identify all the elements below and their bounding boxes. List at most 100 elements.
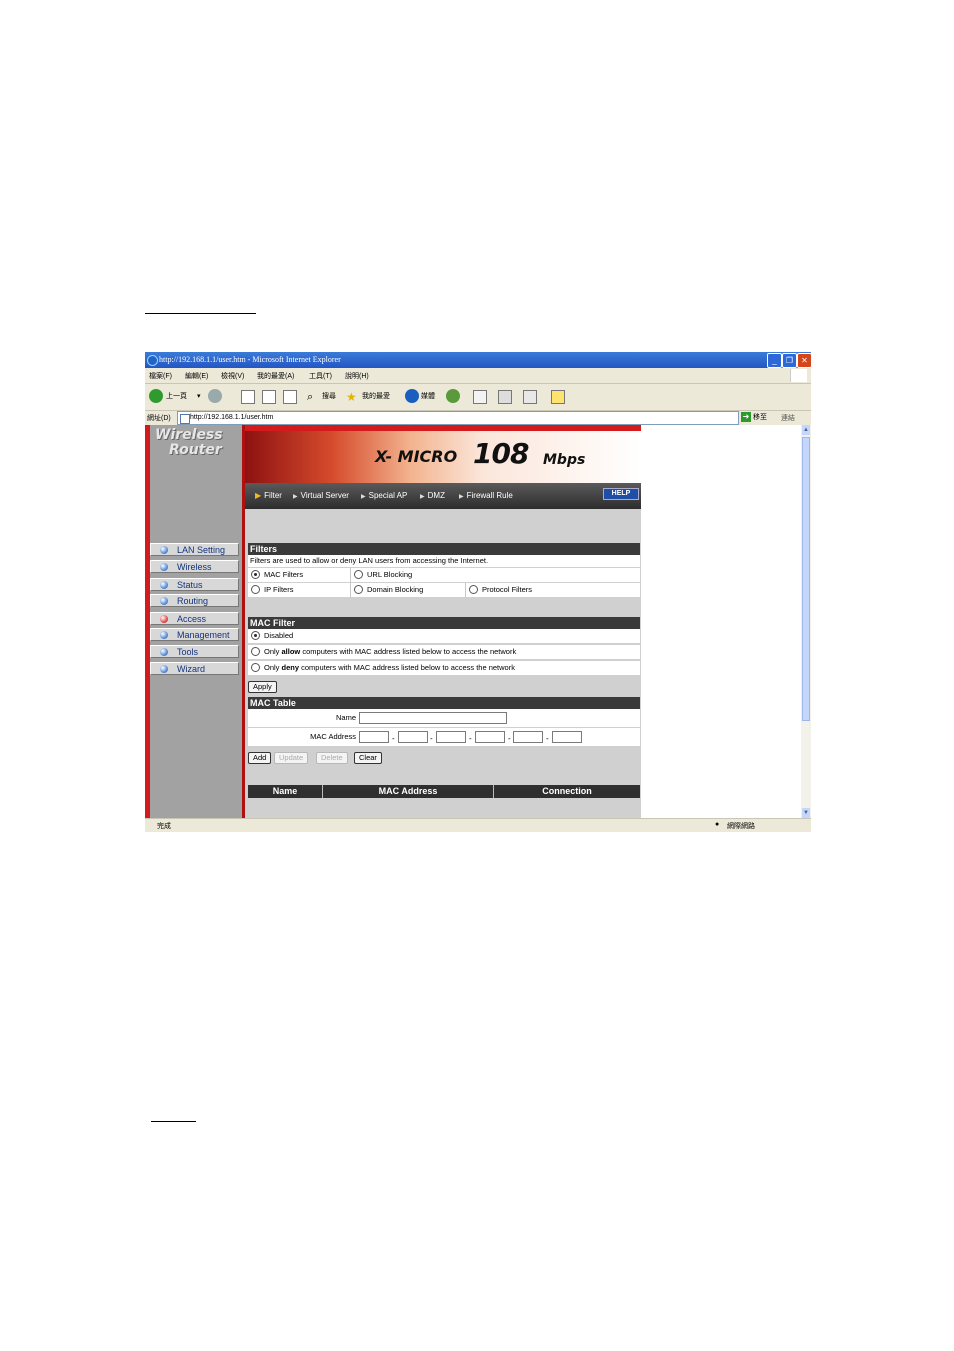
mac-filter-disabled[interactable]: Disabled	[248, 629, 640, 644]
radio-mac-filters[interactable]	[251, 569, 260, 579]
add-button[interactable]: Add	[248, 752, 272, 764]
mac-filter-deny[interactable]: Only deny computers with MAC address lis…	[248, 661, 640, 676]
radio-allow[interactable]	[251, 646, 260, 656]
edit-icon[interactable]	[523, 390, 537, 404]
search-button[interactable]: 搜尋	[322, 389, 336, 405]
nav-wireless[interactable]: Wireless	[150, 560, 239, 573]
option-label: URL Blocking	[367, 570, 413, 579]
address-bar: 網址(D) http://192.168.1.1/user.htm ➜ 移至 連…	[145, 410, 811, 425]
deny-word: deny	[281, 663, 300, 672]
option-protocol-filters[interactable]: Protocol Filters	[465, 583, 640, 598]
mac-octet-6-input[interactable]	[552, 731, 582, 743]
option-domain-blocking[interactable]: Domain Blocking	[350, 583, 465, 598]
mac-filter-header: MAC Filter	[248, 617, 640, 629]
banner: X- MICRO 108 Mbps	[245, 425, 641, 483]
menu-file[interactable]: 檔案(F)	[149, 371, 172, 381]
address-input[interactable]: http://192.168.1.1/user.htm	[177, 411, 739, 425]
messenger-icon[interactable]	[551, 390, 565, 404]
scroll-down-icon[interactable]: ▼	[802, 808, 810, 818]
radio-ip-filters[interactable]	[251, 584, 260, 594]
nav-label: Wizard	[177, 664, 206, 674]
go-button[interactable]: ➜ 移至	[741, 412, 767, 423]
scroll-thumb[interactable]	[802, 437, 810, 721]
history-icon[interactable]	[446, 389, 460, 403]
update-button: Update	[274, 752, 309, 764]
bullet-active-icon	[160, 615, 168, 623]
nav-access[interactable]: Access	[150, 612, 239, 625]
nav-label: Tools	[177, 647, 199, 657]
filters-description-text: Filters are used to allow or deny LAN us…	[250, 556, 489, 565]
bullet-icon	[160, 665, 168, 673]
back-icon[interactable]	[149, 389, 163, 403]
close-icon[interactable]: ✕	[797, 353, 811, 368]
mail-icon[interactable]	[473, 390, 487, 404]
mac-octet-3-input[interactable]	[436, 731, 466, 743]
radio-protocol-filters[interactable]	[469, 584, 478, 594]
menu-tools[interactable]: 工具(T)	[309, 371, 332, 381]
scroll-up-icon[interactable]: ▲	[802, 425, 810, 435]
home-icon[interactable]	[283, 390, 297, 404]
refresh-icon[interactable]	[262, 390, 276, 404]
back-button[interactable]: 上一頁	[166, 389, 187, 405]
nav-lan-setting[interactable]: LAN Setting	[150, 543, 239, 556]
nav-label: Routing	[177, 596, 209, 606]
menu-view[interactable]: 檢視(V)	[221, 371, 244, 381]
go-label: 移至	[752, 414, 767, 421]
filters-row-2: IP Filters Domain Blocking Protocol Filt…	[248, 583, 640, 598]
apply-button[interactable]: Apply	[248, 681, 277, 693]
address-label: 網址(D)	[147, 415, 171, 422]
nav-routing[interactable]: Routing	[150, 594, 239, 607]
mac-octet-5-input[interactable]	[513, 731, 543, 743]
column-name: Name	[248, 785, 323, 798]
tab-filter[interactable]: Filter	[255, 491, 282, 500]
favorites-icon[interactable]: ★	[346, 389, 357, 405]
ie-icon	[147, 355, 158, 366]
title-bar: http://192.168.1.1/user.htm - Microsoft …	[145, 352, 811, 368]
nav-tools[interactable]: Tools	[150, 645, 239, 658]
nav-management[interactable]: Management	[150, 628, 239, 641]
minimize-icon[interactable]: _	[767, 353, 782, 368]
radio-domain-blocking[interactable]	[354, 584, 363, 594]
help-button[interactable]: HELP	[603, 488, 639, 500]
name-input[interactable]	[359, 712, 507, 724]
search-icon[interactable]: ⌕	[307, 389, 313, 405]
back-dropdown-icon[interactable]: ▾	[197, 389, 201, 405]
menu-edit[interactable]: 編輯(E)	[185, 371, 208, 381]
bullet-icon	[160, 631, 168, 639]
tab-firewall-rule[interactable]: Firewall Rule	[459, 491, 513, 500]
radio-disabled[interactable]	[251, 630, 260, 640]
mac-octet-4-input[interactable]	[475, 731, 505, 743]
tab-special-ap[interactable]: Special AP	[361, 491, 408, 500]
radio-deny[interactable]	[251, 662, 260, 672]
menu-help[interactable]: 說明(H)	[345, 371, 369, 381]
nav-wizard[interactable]: Wizard	[150, 662, 239, 675]
only-word: Only	[264, 647, 280, 656]
radio-url-blocking[interactable]	[354, 569, 363, 579]
mac-separator: -	[508, 734, 511, 743]
vertical-scrollbar[interactable]: ▲ ▼	[801, 425, 811, 818]
mac-octet-1-input[interactable]	[359, 731, 389, 743]
nav-label: Management	[177, 630, 230, 640]
option-url-blocking[interactable]: URL Blocking	[350, 568, 640, 583]
option-ip-filters[interactable]: IP Filters	[248, 583, 350, 598]
print-icon[interactable]	[498, 390, 512, 404]
forward-icon[interactable]	[208, 389, 222, 403]
allow-word: allow	[281, 647, 301, 656]
mac-filter-allow[interactable]: Only allow computers with MAC address li…	[248, 645, 640, 660]
tab-dmz[interactable]: DMZ	[420, 491, 445, 500]
maximize-icon[interactable]: ❐	[782, 353, 797, 368]
option-label: computers with MAC address listed below …	[301, 663, 515, 672]
option-mac-filters[interactable]: MAC Filters	[248, 568, 350, 583]
nav-label: LAN Setting	[177, 545, 226, 555]
menu-favorites[interactable]: 我的最愛(A)	[257, 371, 294, 381]
nav-status[interactable]: Status	[150, 578, 239, 591]
option-label: Disabled	[264, 631, 294, 640]
tab-virtual-server[interactable]: Virtual Server	[293, 491, 349, 500]
links-button[interactable]: 連結	[781, 413, 795, 423]
mac-octet-2-input[interactable]	[398, 731, 428, 743]
favorites-button[interactable]: 我的最愛	[362, 389, 390, 405]
media-button[interactable]: 媒體	[421, 389, 435, 405]
clear-button[interactable]: Clear	[354, 752, 382, 764]
media-icon[interactable]	[405, 389, 419, 403]
stop-icon[interactable]	[241, 390, 255, 404]
